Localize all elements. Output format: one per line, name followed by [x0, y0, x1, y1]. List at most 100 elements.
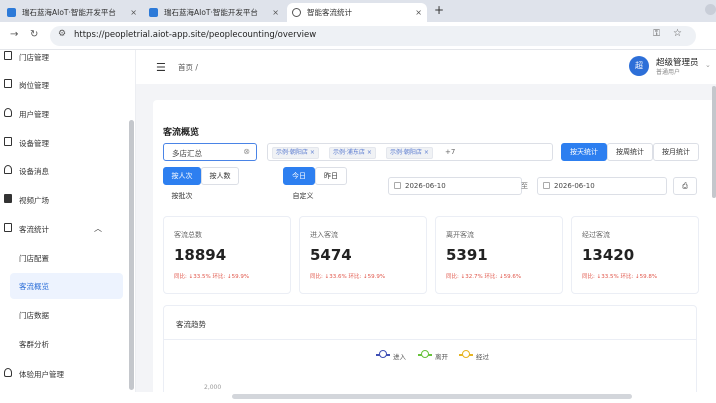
sidebar-item-traffic-stats[interactable]: 客流统计 ︿ [0, 216, 128, 242]
traffic-trend-card: 客流趋势 进入 离开 经过 2,000 [163, 305, 697, 403]
card-label: 进入客流 [310, 231, 338, 239]
sidebar-item-traffic-overview[interactable]: 客流概览 [10, 273, 123, 299]
more-tags-count: +7 [445, 148, 456, 156]
legend-dot [421, 350, 429, 358]
close-icon[interactable]: × [130, 3, 137, 22]
browser-tab-1[interactable]: 瑞石蓝海AIoT·智能开发平台 × [2, 3, 142, 22]
breadcrumb-home[interactable]: 首页 [178, 63, 193, 72]
yoy-value: 同比: ↓33.5% [174, 274, 211, 280]
stat-card-total: 客流总数 18894 同比: ↓33.5% 环比: ↓59.9% [163, 216, 291, 294]
store-select-value: 多店汇总 [172, 149, 202, 158]
store-tags-select[interactable]: 示例·朝阳店 × 示例·浦东店 × 示例·朝阳店 × +7 [267, 143, 553, 161]
mom-value: 环比: ↓59.6% [484, 274, 522, 280]
sidebar-item-video-square[interactable]: 视频广场 [0, 187, 128, 213]
menu-toggle-icon[interactable]: ☰ [156, 61, 166, 74]
legend-dot [379, 350, 387, 358]
calendar-icon [394, 182, 401, 189]
app-favicon-icon [149, 8, 158, 17]
new-tab-icon[interactable]: + [434, 3, 444, 17]
legend-leave[interactable]: 离开 [418, 350, 458, 361]
divider [164, 339, 696, 340]
sidebar-item-store-config[interactable]: 门店配置 [0, 245, 128, 271]
by-day-button[interactable]: 按天统计 [561, 143, 607, 161]
close-icon[interactable]: × [415, 3, 422, 22]
bookmark-star-icon[interactable]: ☆ [673, 28, 682, 39]
mom-value: 环比: ↓59.8% [620, 274, 658, 280]
sidebar-item-store-management[interactable]: 门店管理 [0, 50, 128, 70]
close-icon[interactable]: × [272, 3, 279, 22]
legend-dot [462, 350, 470, 358]
page-title: 客流概览 [163, 128, 200, 138]
start-date-picker[interactable]: 2026-06-10 [388, 177, 522, 195]
store-tag[interactable]: 示例·浦东店 × [329, 147, 376, 159]
password-key-icon[interactable]: ⚿ [653, 29, 660, 39]
sidebar-item-label: 客流统计 [19, 225, 49, 234]
by-batch-button[interactable]: 按批次 [163, 187, 201, 205]
yesterday-button[interactable]: 昨日 [315, 167, 347, 185]
sidebar-item-user-management[interactable]: 用户管理 [0, 101, 128, 127]
sidebar-item-store-data[interactable]: 门店数据 [0, 302, 128, 328]
address-bar: → ↻ ⚙ https://peopletrial.aiot-app.site/… [0, 22, 716, 50]
legend-enter[interactable]: 进入 [376, 350, 416, 361]
store-tag[interactable]: 示例·朝阳店 × [386, 147, 433, 159]
card-compare: 同比: ↓33.5% 环比: ↓59.8% [582, 272, 657, 280]
reload-icon[interactable]: ↻ [30, 29, 38, 40]
by-visits-button[interactable]: 按人次 [163, 167, 201, 185]
end-date-picker[interactable]: 2026-06-10 [537, 177, 667, 195]
store-icon [4, 51, 12, 60]
sidebar-item-trial-users[interactable]: 体验用户管理 [0, 361, 128, 387]
site-info-icon[interactable]: ⚙ [58, 29, 66, 39]
legend-label: 进入 [393, 353, 406, 361]
url-text[interactable]: https://peopletrial.aiot-app.site/people… [74, 30, 316, 40]
store-tag-label: 示例·浦东店 [333, 149, 365, 156]
date-separator: 至 [521, 182, 528, 190]
main-scrollbar[interactable] [712, 86, 716, 198]
custom-range-button[interactable]: 自定义 [283, 187, 323, 205]
start-date-value: 2026-06-10 [405, 182, 446, 190]
card-value: 13420 [582, 246, 635, 264]
chevron-down-icon[interactable]: ⌄ [705, 61, 711, 69]
store-select[interactable]: 多店汇总 ⊗ [163, 143, 257, 161]
export-button[interactable]: ⎙ [673, 177, 697, 195]
clear-icon[interactable]: ⊗ [243, 147, 250, 156]
sidebar-item-label: 客流概览 [19, 282, 49, 291]
chart-icon [4, 223, 12, 232]
browser-tab-3[interactable]: 智能客流统计 × [287, 3, 427, 22]
app-favicon-icon [7, 8, 16, 17]
horizontal-scrollbar[interactable] [232, 394, 632, 399]
avatar[interactable]: 超 [629, 56, 649, 76]
tab-title: 智能客流统计 [307, 8, 352, 17]
card-label: 经过客流 [582, 231, 610, 239]
by-month-button[interactable]: 按月统计 [653, 143, 699, 161]
legend-passby[interactable]: 经过 [459, 350, 499, 361]
yoy-value: 同比: ↓33.6% [310, 274, 347, 280]
by-persons-button[interactable]: 按人数 [201, 167, 239, 185]
store-tag[interactable]: 示例·朝阳店 × [272, 147, 319, 159]
export-icon: ⎙ [682, 182, 688, 190]
browser-tab-2[interactable]: 瑞石蓝海AIoT·智能开发平台 × [144, 3, 284, 22]
sidebar-item-label: 体验用户管理 [19, 370, 64, 379]
breadcrumb-separator: / [195, 63, 198, 72]
sidebar-item-device-management[interactable]: 设备管理 [0, 130, 128, 156]
sidebar-item-device-messages[interactable]: 设备消息 [0, 158, 128, 184]
today-button[interactable]: 今日 [283, 167, 315, 185]
browser-tab-bar: 瑞石蓝海AIoT·智能开发平台 × 瑞石蓝海AIoT·智能开发平台 × 智能客流… [0, 0, 716, 22]
card-value: 5474 [310, 246, 352, 264]
forward-icon[interactable]: → [10, 29, 18, 40]
sidebar-item-position-management[interactable]: 岗位管理 [0, 72, 128, 98]
sidebar-item-label: 设备管理 [19, 139, 49, 148]
calendar-icon [543, 182, 550, 189]
tab-title: 瑞石蓝海AIoT·智能开发平台 [22, 8, 116, 17]
card-label: 客流总数 [174, 231, 202, 239]
by-week-button[interactable]: 按周统计 [607, 143, 653, 161]
globe-icon [292, 8, 301, 17]
mom-value: 环比: ↓59.9% [212, 274, 250, 280]
stat-card-enter: 进入客流 5474 同比: ↓33.6% 环比: ↓59.9% [299, 216, 427, 294]
url-field[interactable]: ⚙ https://peopletrial.aiot-app.site/peop… [50, 26, 696, 46]
yoy-value: 同比: ↓32.7% [446, 274, 483, 280]
tab-search-icon[interactable] [705, 4, 716, 15]
sidebar-item-label: 岗位管理 [19, 81, 49, 90]
sidebar-item-customer-analysis[interactable]: 客群分析 [0, 331, 128, 357]
sidebar-scrollbar[interactable] [129, 120, 134, 390]
sidebar-item-label: 门店管理 [19, 53, 49, 62]
